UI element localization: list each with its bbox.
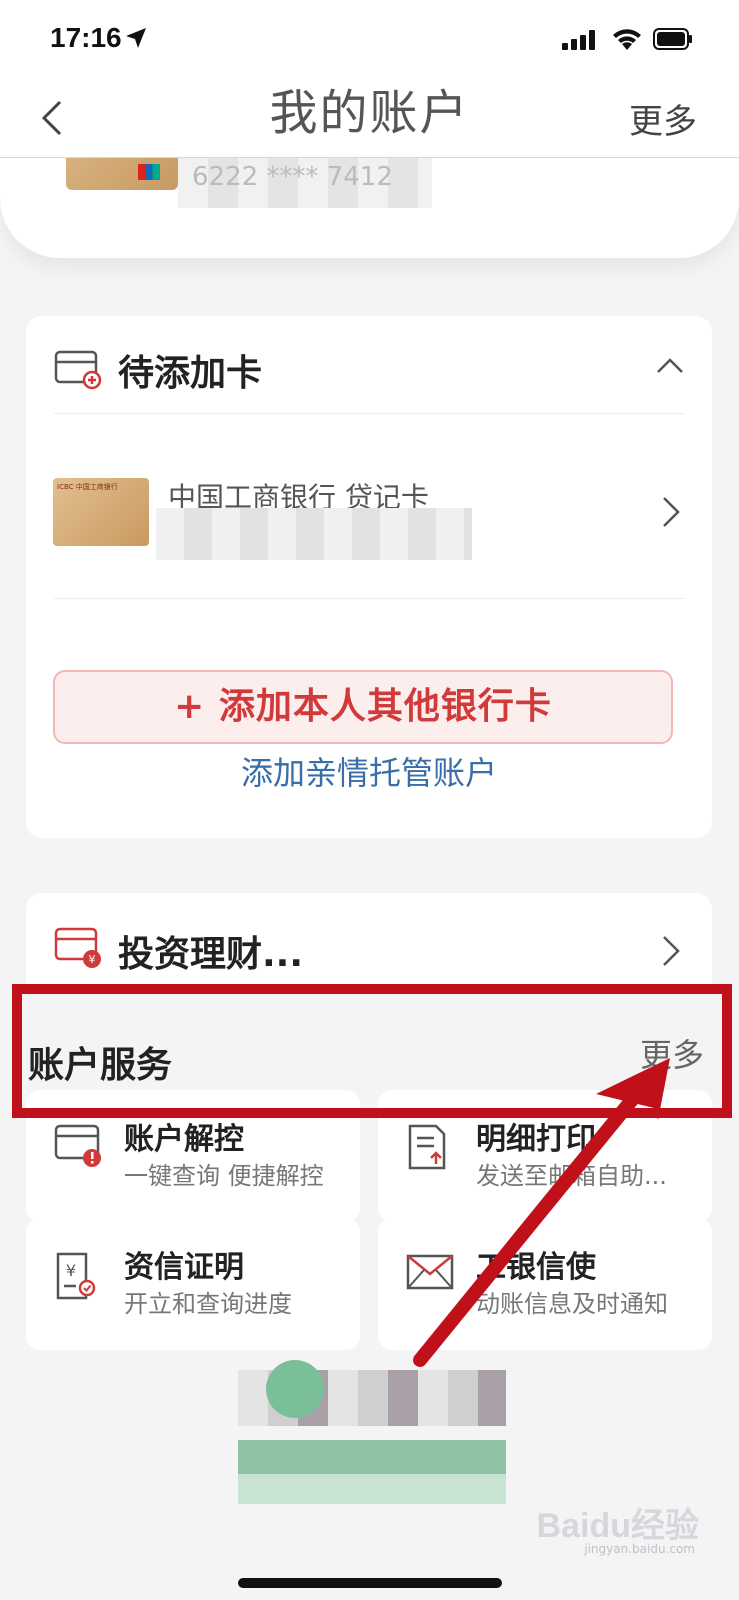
service-subtitle: 开立和查询进度 <box>124 1290 292 1318</box>
card-money-bag-icon: ¥ <box>54 927 101 968</box>
divider <box>54 413 684 414</box>
baidu-watermark: Baidu经验 <box>536 1507 699 1545</box>
annotation-highlight-box <box>12 984 732 1118</box>
service-title: 工银信使 <box>476 1250 596 1285</box>
svg-text:¥: ¥ <box>66 1261 76 1280</box>
service-title: 账户解控 <box>124 1122 244 1157</box>
service-tile[interactable]: 工银信使 动账信息及时通知 <box>378 1218 712 1350</box>
wifi-icon <box>613 29 641 50</box>
status-bar: 17:16 <box>0 0 739 78</box>
chevron-up-icon[interactable] <box>656 352 684 380</box>
service-tile[interactable]: ¥ 资信证明 开立和查询进度 <box>26 1218 360 1350</box>
bank-logo-text: ICBC 中国工商银行 <box>57 483 118 491</box>
document-upload-icon <box>408 1124 446 1170</box>
battery-icon <box>653 28 692 50</box>
current-card-panel: 6222 **** 7412 <box>0 158 739 258</box>
nav-more-button[interactable]: 更多 <box>629 94 697 143</box>
unionpay-logo-icon <box>138 164 160 180</box>
service-subtitle: 发送至邮箱自助... <box>476 1162 667 1190</box>
pending-card-item[interactable]: ICBC 中国工商银行 中国工商银行 贷记卡 <box>26 424 712 612</box>
investment-title: 投资理财... <box>118 934 304 975</box>
cellular-signal-icon <box>562 30 595 50</box>
home-indicator[interactable] <box>238 1578 502 1588</box>
card-number-blurred <box>156 508 472 560</box>
bank-card-thumbnail <box>66 158 178 190</box>
pending-cards-section: 待添加卡 ICBC 中国工商银行 中国工商银行 贷记卡 + 添加本人其他银行卡 … <box>26 316 712 838</box>
svg-text:¥: ¥ <box>89 953 96 966</box>
card-alert-icon <box>54 1124 101 1167</box>
scroll-top-icon <box>266 1360 324 1418</box>
location-arrow-icon <box>126 28 146 48</box>
promo-banner-blurred <box>238 1340 506 1520</box>
status-time: 17:16 <box>50 22 122 53</box>
add-family-account-link[interactable]: 添加亲情托管账户 <box>26 748 712 798</box>
service-title: 资信证明 <box>124 1250 244 1285</box>
pending-cards-title: 待添加卡 <box>118 353 263 394</box>
baidu-watermark-url: jingyan.baidu.com <box>584 1542 695 1556</box>
card-number-masked: 6222 **** 7412 <box>178 158 432 208</box>
service-subtitle: 动账信息及时通知 <box>476 1290 668 1318</box>
bank-card-thumbnail: ICBC 中国工商银行 <box>53 478 149 546</box>
chevron-right-icon <box>663 497 680 527</box>
card-add-icon <box>54 350 102 390</box>
blurred-block <box>238 1474 506 1504</box>
blurred-block <box>238 1440 506 1474</box>
pending-cards-header[interactable]: 待添加卡 <box>26 316 712 422</box>
certificate-icon: ¥ <box>56 1252 96 1300</box>
add-other-bank-card-button[interactable]: + 添加本人其他银行卡 <box>53 670 673 744</box>
chevron-right-icon <box>663 936 680 966</box>
envelope-icon <box>406 1254 454 1290</box>
nav-bar: 我的账户 更多 <box>0 78 739 158</box>
divider <box>54 598 684 599</box>
service-title: 明细打印 <box>476 1122 596 1157</box>
service-subtitle: 一键查询 便捷解控 <box>124 1162 324 1190</box>
